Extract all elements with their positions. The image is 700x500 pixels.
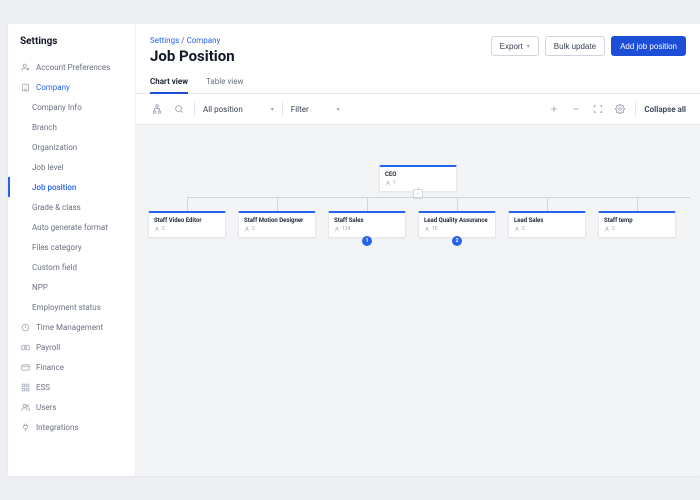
sidebar-item-label: Grade & class <box>32 203 81 212</box>
expand-children-badge[interactable]: 2 <box>452 236 462 246</box>
sidebar-item-time-management[interactable]: Time Management <box>8 317 135 337</box>
org-node[interactable]: Staff Video Editor 2 <box>148 211 226 238</box>
settings-gear-icon[interactable] <box>613 102 627 116</box>
zoom-out-icon[interactable] <box>569 102 583 116</box>
org-node[interactable]: Lead Sales 2 <box>508 211 586 238</box>
sidebar-item-custom-field[interactable]: Custom field <box>8 257 135 277</box>
sidebar-item-label: Account Preferences <box>36 63 110 72</box>
sidebar-item-label: Job position <box>32 183 76 192</box>
sidebar-item-users[interactable]: Users <box>8 397 135 417</box>
plug-icon <box>20 422 30 432</box>
org-node[interactable]: Staff temp 2 <box>598 211 676 238</box>
zoom-in-icon[interactable] <box>547 102 561 116</box>
sidebar-item-label: Branch <box>32 123 57 132</box>
tab-chart-view[interactable]: Chart view <box>150 71 188 94</box>
clock-icon <box>20 322 30 332</box>
fit-screen-icon[interactable] <box>591 102 605 116</box>
sidebar-item-label: Auto generate format <box>32 223 108 232</box>
sidebar-title: Settings <box>8 36 135 57</box>
org-chart-canvas[interactable]: CEO 1 − Staff Video Editor2Staff Motion … <box>136 125 700 476</box>
users-icon <box>20 402 30 412</box>
export-button[interactable]: Export ▾ <box>491 36 539 56</box>
sidebar-item-auto-generate-format[interactable]: Auto generate format <box>8 217 135 237</box>
filter-dropdown[interactable]: Filter ▾ <box>291 103 340 116</box>
node-headcount: 2 <box>604 226 670 232</box>
grid-icon <box>20 382 30 392</box>
page-title: Job Position <box>150 47 235 65</box>
sidebar-item-label: Integrations <box>36 423 79 432</box>
node-title: Staff Video Editor <box>154 217 220 224</box>
sidebar-item-job-level[interactable]: Job level <box>8 157 135 177</box>
node-headcount: 2 <box>514 226 580 232</box>
org-node[interactable]: Staff Motion Designer 2 <box>238 211 316 238</box>
position-filter-dropdown[interactable]: All position ▾ <box>203 103 274 116</box>
sidebar-item-label: Payroll <box>36 343 60 352</box>
settings-sidebar: Settings Account Preferences Company Compa… <box>8 24 136 476</box>
sidebar-item-finance[interactable]: Finance <box>8 357 135 377</box>
sidebar-item-label: Finance <box>36 363 64 372</box>
sidebar-item-grade-class[interactable]: Grade & class <box>8 197 135 217</box>
user-gear-icon <box>20 62 30 72</box>
sidebar-item-label: Company <box>36 83 70 92</box>
sidebar-item-integrations[interactable]: Integrations <box>8 417 135 437</box>
node-title: Staff Motion Designer <box>244 217 310 224</box>
sidebar-item-label: NPP <box>32 283 48 292</box>
bulk-update-button[interactable]: Bulk update <box>545 36 605 56</box>
node-headcount: 10 <box>424 226 490 232</box>
node-title: Lead Quality Assurance <box>424 217 490 224</box>
sidebar-item-employment-status[interactable]: Employment status <box>8 297 135 317</box>
chevron-down-icon: ▾ <box>527 43 530 50</box>
sidebar-item-label: Job level <box>32 163 64 172</box>
sidebar-item-label: Organization <box>32 143 77 152</box>
node-headcount: 134 <box>334 226 400 232</box>
node-title: Lead Sales <box>514 217 580 224</box>
org-node[interactable]: Lead Quality Assurance 10 <box>418 211 496 238</box>
sidebar-item-job-position[interactable]: Job position <box>8 177 135 197</box>
card-icon <box>20 362 30 372</box>
collapse-all-button[interactable]: Collapse all <box>644 105 686 114</box>
node-headcount: 2 <box>244 226 310 232</box>
sidebar-item-organization[interactable]: Organization <box>8 137 135 157</box>
sidebar-item-company[interactable]: Company <box>8 77 135 97</box>
hierarchy-icon[interactable] <box>150 102 164 116</box>
node-title: Staff Sales <box>334 217 400 224</box>
cash-icon <box>20 342 30 352</box>
sidebar-item-branch[interactable]: Branch <box>8 117 135 137</box>
sidebar-item-label: Files category <box>32 243 82 252</box>
node-headcount: 2 <box>154 226 220 232</box>
sidebar-item-label: Employment status <box>32 303 101 312</box>
search-icon[interactable] <box>172 102 186 116</box>
sidebar-item-npp[interactable]: NPP <box>8 277 135 297</box>
node-title: CEO <box>385 171 451 178</box>
sidebar-item-files-category[interactable]: Files category <box>8 237 135 257</box>
sidebar-item-label: Time Management <box>36 323 103 332</box>
sidebar-item-label: Users <box>36 403 56 412</box>
org-node[interactable]: Staff Sales 134 <box>328 211 406 238</box>
sidebar-item-payroll[interactable]: Payroll <box>8 337 135 357</box>
node-headcount: 1 <box>385 180 451 186</box>
sidebar-item-ess[interactable]: ESS <box>8 377 135 397</box>
chevron-down-icon: ▾ <box>337 106 340 113</box>
building-icon <box>20 82 30 92</box>
expand-children-badge[interactable]: 1 <box>362 236 372 246</box>
breadcrumb[interactable]: Settings / Company <box>150 36 235 45</box>
add-job-position-button[interactable]: Add job position <box>611 36 686 56</box>
sidebar-item-label: Company Info <box>32 103 82 112</box>
chevron-down-icon: ▾ <box>271 106 274 113</box>
sidebar-item-account-preferences[interactable]: Account Preferences <box>8 57 135 77</box>
sidebar-item-label: ESS <box>36 383 50 392</box>
sidebar-item-company-info[interactable]: Company Info <box>8 97 135 117</box>
tab-table-view[interactable]: Table view <box>206 71 243 94</box>
node-title: Staff temp <box>604 217 670 224</box>
sidebar-item-label: Custom field <box>32 263 77 272</box>
